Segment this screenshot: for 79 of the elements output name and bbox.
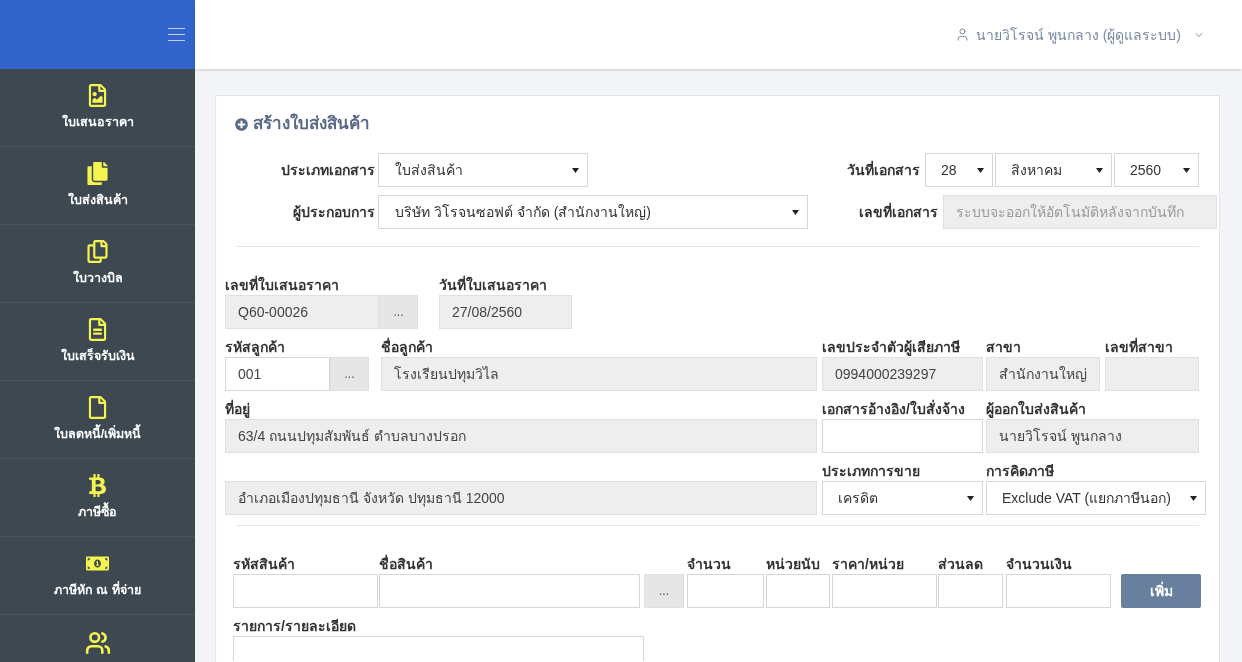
sidebar-item[interactable]: ภาษีหัก ณ ที่จ่าย	[0, 537, 195, 615]
text-field[interactable]	[766, 574, 830, 608]
field-label: ที่อยู่	[225, 399, 251, 419]
baht-sign-icon	[86, 474, 109, 497]
field-label: จำนวนเงิน	[1006, 555, 1073, 574]
caret-down-icon	[1190, 495, 1197, 501]
caret-down-icon	[1096, 167, 1103, 173]
dropdown[interactable]: บริษัท วิโรจนซอฟต์ จำกัด (สำนักงานใหญ่)	[378, 195, 808, 229]
field-label: เลขประจำตัวผู้เสียภาษี	[822, 338, 961, 357]
field-label: เลขที่สาขา	[1105, 337, 1174, 357]
users-icon	[84, 630, 111, 656]
text-field[interactable]: อำเภอเมืองปทุมธานี จังหวัด ปทุมธานี 12000	[225, 481, 817, 515]
text-field[interactable]	[938, 574, 1003, 608]
text-field[interactable]	[233, 574, 378, 608]
dropdown[interactable]: เครดิต	[822, 481, 983, 515]
user-icon	[954, 27, 970, 42]
dropdown[interactable]: Exclude VAT (แยกภาษีนอก)	[986, 481, 1206, 515]
text-field[interactable]: Q60-00026	[225, 295, 379, 329]
text-field[interactable]	[687, 574, 764, 608]
field-label: เอกสารอ้างอิง/ใบสั่งจ้าง	[822, 399, 966, 419]
field-label: สาขา	[986, 338, 1022, 357]
text-field[interactable]: 001	[225, 357, 330, 391]
caret-down-icon	[1183, 167, 1190, 173]
text-document-icon	[86, 318, 109, 341]
lookup-button[interactable]: ...	[379, 295, 418, 329]
caret-down-icon	[967, 495, 974, 501]
image-file-icon	[86, 84, 109, 107]
field-label: ผู้ประกอบการ	[292, 203, 375, 223]
field-label: จำนวน	[687, 555, 732, 574]
year-dropdown[interactable]: 2560	[1114, 153, 1199, 187]
text-field[interactable]	[832, 574, 937, 608]
caret-down-icon	[572, 167, 579, 173]
sidebar-item[interactable]: ใบเสร็จรับเงิน	[0, 303, 195, 381]
field-label: หน่วยนับ	[766, 555, 821, 574]
field-label: เลขที่ใบเสนอราคา	[225, 275, 340, 295]
sidebar-item[interactable]: ใบวางบิล	[0, 225, 195, 303]
field-label: การคิดภาษี	[986, 462, 1055, 481]
dropdown[interactable]: ใบส่งสินค้า	[378, 153, 588, 187]
copy-icon	[86, 240, 109, 263]
field-label: ราคา/หน่วย	[832, 555, 905, 574]
field-label: วันที่ใบเสนอราคา	[439, 275, 548, 295]
text-field[interactable]: 0994000239297	[822, 357, 983, 391]
documents-icon	[86, 162, 109, 185]
sidebar-item[interactable]: ใบส่งสินค้า	[0, 147, 195, 225]
form-title: สร้างใบส่งสินค้า	[253, 112, 370, 135]
field-label: ชื่อสินค้า	[379, 554, 434, 574]
field-label: วันที่เอกสาร	[846, 159, 920, 180]
field-label: รหัสลูกค้า	[225, 338, 286, 357]
textarea-field[interactable]	[233, 636, 644, 661]
lookup-button[interactable]: ...	[644, 574, 684, 608]
field-label: เลขที่เอกสาร	[858, 201, 938, 222]
text-field[interactable]: สำนักงานใหญ่	[986, 357, 1100, 391]
month-dropdown[interactable]: สิงหาคม	[995, 153, 1112, 187]
field-label: รหัสสินค้า	[233, 555, 296, 574]
field-label: ประเภทเอกสาร	[280, 161, 375, 180]
text-field[interactable]: 27/08/2560	[439, 295, 572, 329]
user-menu[interactable]: นายวิโรจน์ พูนกลาง (ผู้ดูแลระบบ)	[954, 23, 1205, 46]
text-field[interactable]	[822, 419, 983, 453]
text-field[interactable]	[1105, 357, 1199, 391]
lookup-button[interactable]: ...	[330, 357, 369, 391]
field-label: ส่วนลด	[938, 555, 984, 574]
field-label: ชื่อลูกค้า	[381, 337, 434, 357]
add-button[interactable]: เพิ่ม	[1121, 574, 1201, 608]
caret-down-icon	[792, 209, 799, 215]
blank-document-icon	[86, 396, 109, 419]
text-field[interactable]: นายวิโรจน์ พูนกลาง	[986, 419, 1199, 453]
caret-down-icon	[977, 167, 984, 173]
sidebar-item[interactable]: ใบลดหนี้/เพิ่มหนี้	[0, 381, 195, 459]
sidebar-item[interactable]: ภาษีซื้อ	[0, 459, 195, 537]
field-label: ประเภทการขาย	[822, 462, 921, 481]
sidebar-item[interactable]: ใบเสนอราคา	[0, 69, 195, 147]
day-dropdown[interactable]: 28	[925, 153, 993, 187]
text-field[interactable]	[379, 574, 640, 608]
field-label: รายการ/รายละเอียด	[233, 617, 357, 636]
text-field[interactable]: 63/4 ถนนปทุมสัมพันธ์ ตำบลบางปรอก	[225, 419, 817, 453]
menu-icon[interactable]	[168, 28, 185, 41]
text-field[interactable]	[1006, 574, 1111, 608]
field-label: ผู้ออกใบส่งสินค้า	[986, 399, 1087, 419]
text-field[interactable]: โรงเรียนปทุมวิไล	[381, 357, 817, 391]
